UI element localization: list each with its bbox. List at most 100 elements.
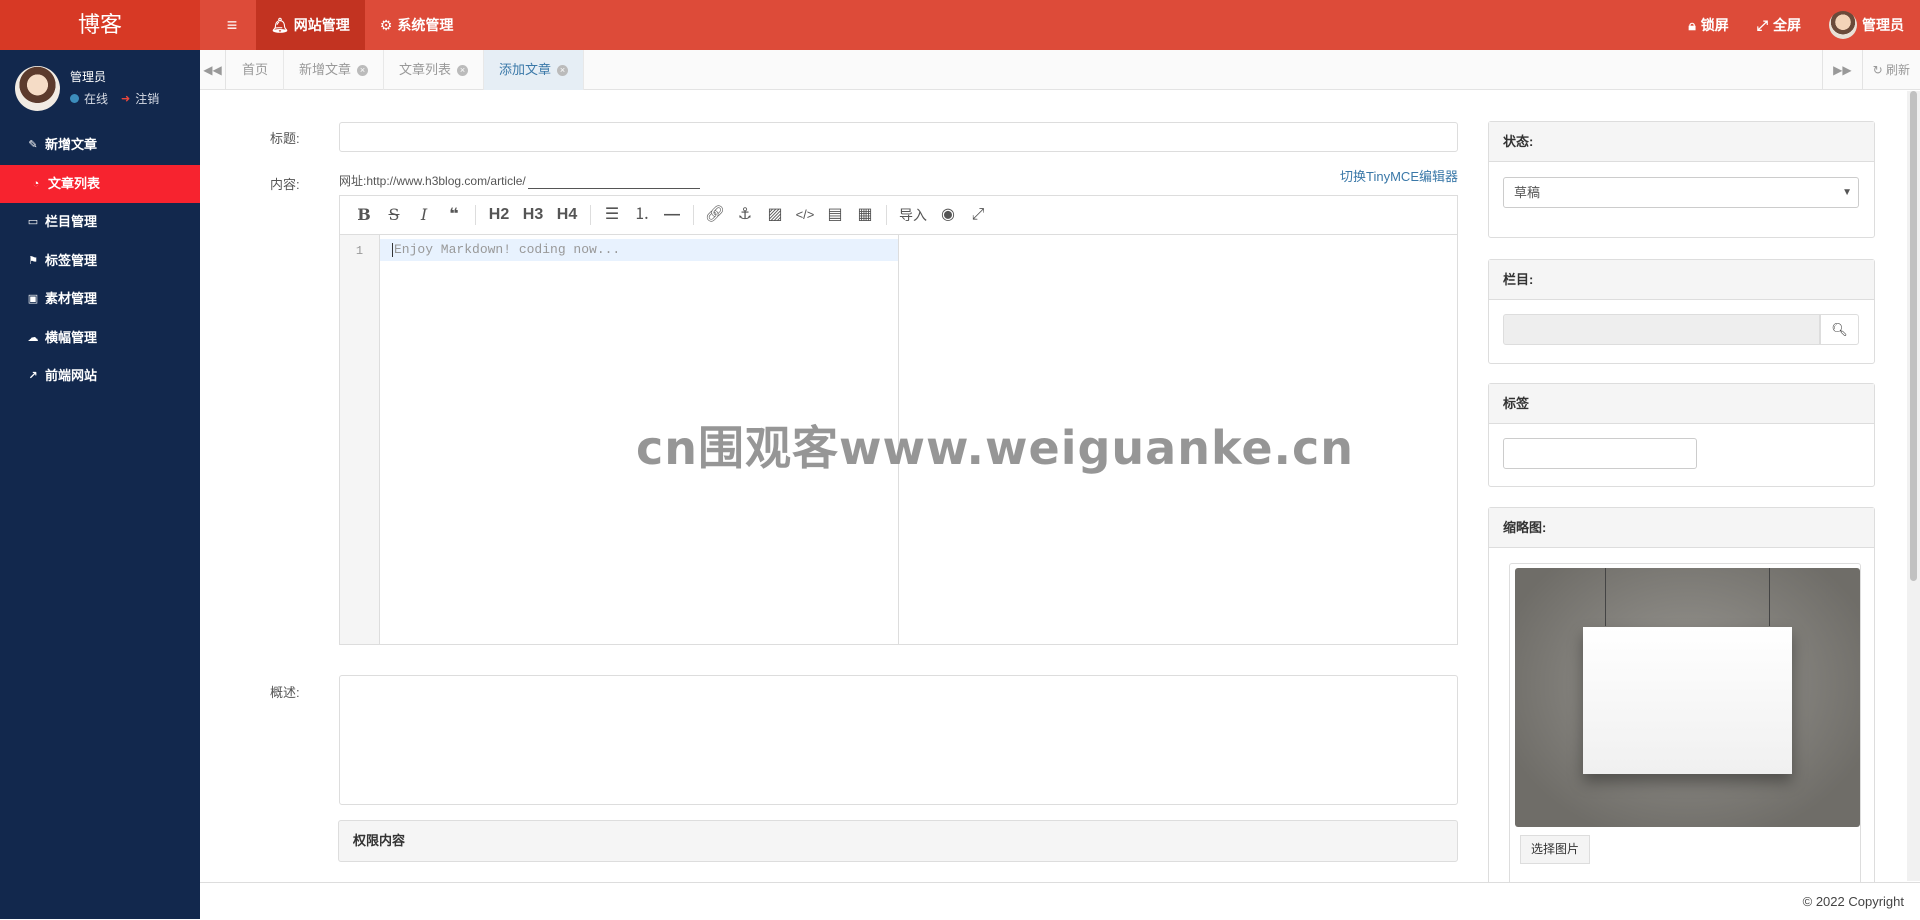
tab-home[interactable]: 首页 xyxy=(227,50,285,90)
ordered-list-icon[interactable]: ⒈ xyxy=(627,200,657,230)
tab-new-article[interactable]: 新增文章 × xyxy=(284,50,385,90)
summary-textarea[interactable] xyxy=(339,675,1458,805)
status-select[interactable]: 草稿 ▼ xyxy=(1503,177,1859,208)
nav-system-management-label: 系统管理 xyxy=(397,17,454,33)
horizontal-rule-icon[interactable]: — xyxy=(657,200,687,230)
nav-system-management[interactable]: ⚙ 系统管理 xyxy=(365,0,469,50)
sidebar-item-frontend[interactable]: ↗ 前端网站 xyxy=(0,357,200,396)
editor-toolbar: B S I ❝ H2 H3 H4 ☰ ⒈ — 🔗︎ ⚓ ▨ </> ▤ ▦ 导入… xyxy=(340,196,1457,235)
line-number: 1 xyxy=(355,244,364,258)
sidebar-item-banner[interactable]: ☁ 横幅管理 xyxy=(0,319,200,358)
tabs: 首页 新增文章 × 文章列表 × 添加文章 × xyxy=(227,50,585,90)
h3-button[interactable]: H3 xyxy=(516,200,550,230)
close-icon[interactable]: × xyxy=(357,64,369,76)
sidebar-item-label: 横幅管理 xyxy=(45,329,98,345)
sidebar-menu: ✎ 新增文章 ◔ 文章列表 ▭ 栏目管理 ⚑ 标签管理 ▣ 素材管理 ☁ 横幅管理 ↗ 前端网… xyxy=(0,126,200,396)
copyright-text: © 2022 Copyright xyxy=(1802,894,1904,909)
sidebar-item-label: 前端网站 xyxy=(45,368,98,383)
tab-article-list[interactable]: 文章列表 × xyxy=(384,50,485,90)
category-panel: 栏目: 🔍︎ xyxy=(1488,259,1875,364)
user-avatar xyxy=(15,66,60,111)
content-label: 内容: xyxy=(270,177,300,192)
sidebar-item-article-list[interactable]: ◔ 文章列表 xyxy=(0,164,200,203)
select-image-button[interactable]: 选择图片 xyxy=(1520,835,1590,864)
text-caret xyxy=(392,242,393,257)
permission-content-panel[interactable]: 权限内容 xyxy=(338,820,1458,862)
quote-icon[interactable]: ❝ xyxy=(439,200,469,230)
toolbar-divider xyxy=(590,205,591,225)
tab-label: 文章列表 xyxy=(399,62,452,77)
thumbnail-panel: 缩略图: 选择图片 xyxy=(1488,507,1875,893)
nav-site-management-label: 网站管理 xyxy=(293,17,350,33)
anchor-icon[interactable]: ⚓ xyxy=(730,200,760,230)
user-menu-label: 管理员 xyxy=(1862,17,1904,33)
title-input[interactable] xyxy=(339,122,1458,152)
sidebar-toggle-icon[interactable]: ≡ xyxy=(212,0,252,50)
nav-site-management[interactable]: 🔔︎ 网站管理 xyxy=(256,0,365,50)
gear-icon: ⚙ xyxy=(379,17,393,33)
scrollbar[interactable] xyxy=(1907,91,1920,881)
toolbar-divider xyxy=(693,205,694,225)
lock-screen-button[interactable]: 🔒︎ 锁屏 xyxy=(1688,15,1728,35)
code-block-icon[interactable]: ▤ xyxy=(820,200,850,230)
flag-icon: ⚑ xyxy=(28,254,38,267)
logo[interactable]: 博客 xyxy=(0,0,200,50)
logout-icon[interactable]: ➜ xyxy=(121,92,130,105)
unordered-list-icon[interactable]: ☰ xyxy=(597,200,627,230)
fullscreen-editor-icon[interactable]: ⤢ xyxy=(963,200,993,230)
thumbnail-frame: 选择图片 xyxy=(1509,563,1861,893)
switch-editor-link[interactable]: 切换TinyMCE编辑器 xyxy=(1340,166,1458,185)
tabs-scroll-right-icon[interactable]: ▶▶ xyxy=(1822,50,1861,90)
close-icon[interactable]: × xyxy=(457,64,469,76)
tabs-scroll-left-icon[interactable]: ◀◀ xyxy=(200,50,226,90)
pencil-icon: ✎ xyxy=(28,139,38,151)
footer: © 2022 Copyright xyxy=(200,882,1920,919)
thumbnail-image xyxy=(1515,568,1860,827)
top-nav: 🔔︎ 网站管理 ⚙ 系统管理 xyxy=(256,0,468,50)
url-slug-input[interactable] xyxy=(527,167,700,189)
sidebar-item-tags[interactable]: ⚑ 标签管理 xyxy=(0,242,200,281)
sidebar-item-category[interactable]: ▭ 栏目管理 xyxy=(0,203,200,242)
scrollbar-thumb[interactable] xyxy=(1910,91,1917,581)
h2-button[interactable]: H2 xyxy=(482,200,516,230)
expand-icon: ⤢ xyxy=(1756,16,1768,33)
summary-label: 概述: xyxy=(270,685,300,700)
italic-icon[interactable]: I xyxy=(409,200,439,230)
category-title: 栏目: xyxy=(1489,260,1874,300)
sidebar: 管理员 在线 ➜ 注销 ✎ 新增文章 ◔ 文章列表 ▭ 栏目管理 ⚑ 标签管理 ▣ 素材管… xyxy=(0,50,200,919)
image-icon[interactable]: ▨ xyxy=(760,200,790,230)
sidebar-item-media[interactable]: ▣ 素材管理 xyxy=(0,280,200,319)
sidebar-item-label: 文章列表 xyxy=(48,175,101,191)
user-status: 在线 ➜ 注销 xyxy=(70,90,159,107)
bold-icon[interactable]: B xyxy=(349,200,379,230)
tab-add-article[interactable]: 添加文章 × xyxy=(484,50,585,90)
import-button[interactable]: 导入 xyxy=(893,200,933,230)
category-input[interactable] xyxy=(1503,314,1820,345)
title-label: 标题: xyxy=(270,131,300,146)
strikethrough-icon[interactable]: S xyxy=(379,200,409,230)
refresh-button[interactable]: ↻ 刷新 xyxy=(1861,50,1920,90)
url-prefix: 网址:http://www.h3blog.com/article/ xyxy=(339,174,526,188)
top-right-actions: 🔒︎ 锁屏 ⤢ 全屏 管理员 xyxy=(1688,0,1904,50)
tab-label: 新增文章 xyxy=(299,62,352,77)
link-icon[interactable]: 🔗︎ xyxy=(700,200,730,230)
tab-label: 首页 xyxy=(242,62,269,77)
fullscreen-button[interactable]: ⤢ 全屏 xyxy=(1757,15,1801,35)
hanging-wire xyxy=(1769,568,1770,626)
sidebar-item-new-article[interactable]: ✎ 新增文章 xyxy=(0,126,200,165)
sidebar-item-label: 栏目管理 xyxy=(45,214,98,229)
watermark: cn围观客www.weiguanke.cn xyxy=(636,421,1355,475)
logout-link[interactable]: 注销 xyxy=(135,90,159,107)
code-icon[interactable]: </> xyxy=(790,200,820,230)
close-icon[interactable]: × xyxy=(557,64,569,76)
blank-poster xyxy=(1583,627,1792,774)
toolbar-divider xyxy=(475,205,476,225)
tags-input[interactable] xyxy=(1503,438,1697,469)
top-navbar: 博客 ≡ 🔔︎ 网站管理 ⚙ 系统管理 🔒︎ 锁屏 ⤢ 全屏 管理员 xyxy=(0,0,1920,50)
search-icon[interactable]: 🔍︎ xyxy=(1820,314,1859,345)
tab-label: 添加文章 xyxy=(499,62,552,77)
h4-button[interactable]: H4 xyxy=(550,200,584,230)
user-menu[interactable]: 管理员 xyxy=(1829,11,1904,39)
preview-toggle-icon[interactable]: ◉ xyxy=(933,200,963,230)
table-icon[interactable]: ▦ xyxy=(850,200,880,230)
